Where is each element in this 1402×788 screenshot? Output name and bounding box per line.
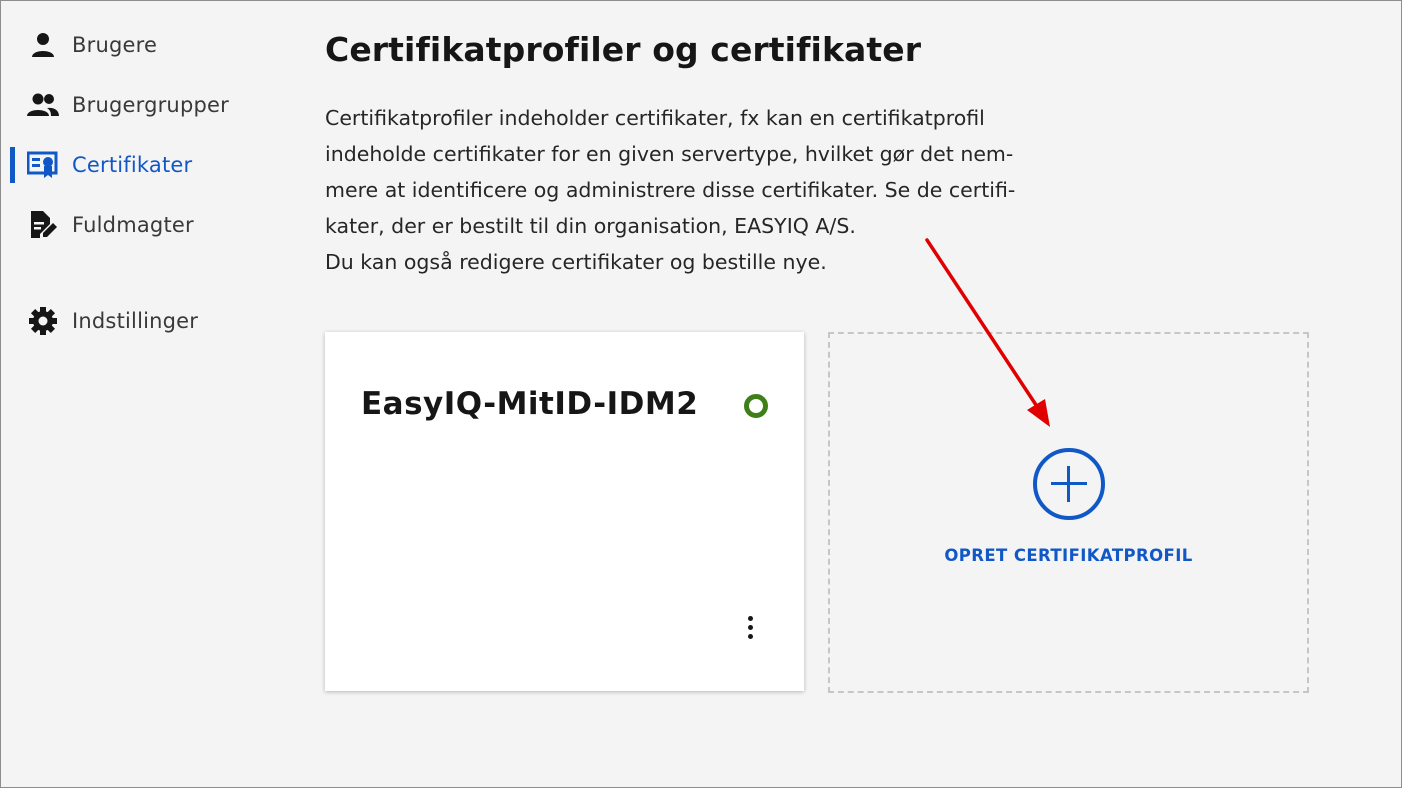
gear-icon [27, 305, 59, 337]
description-line: Certifikatprofiler indeholder certifikat… [325, 106, 985, 130]
description-line: indeholde certifikater for en given serv… [325, 142, 1014, 166]
user-group-icon [27, 89, 59, 121]
sidebar-item-brugergrupper[interactable]: Brugergrupper [10, 85, 280, 125]
sidebar-item-brugere[interactable]: Brugere [10, 25, 280, 65]
profile-name: EasyIQ-MitID-IDM2 [361, 386, 699, 422]
overflow-menu-icon[interactable] [735, 610, 765, 644]
sidebar-item-indstillinger[interactable]: Indstillinger [10, 301, 280, 341]
user-icon [27, 29, 59, 61]
active-indicator [10, 147, 15, 183]
sidebar-item-label: Fuldmagter [72, 213, 194, 237]
create-certificate-profile-tile[interactable]: OPRET CERTIFIKATPROFIL [828, 332, 1309, 693]
status-indicator-icon [744, 394, 768, 418]
description-line: mere at identificere og administrere dis… [325, 178, 1016, 202]
certificate-profile-card[interactable]: EasyIQ-MitID-IDM2 [325, 332, 804, 691]
sidebar-item-label: Brugere [72, 33, 158, 57]
page-description: Certifikatprofiler indeholder certifikat… [325, 100, 1065, 280]
create-certificate-profile-label[interactable]: OPRET CERTIFIKATPROFIL [830, 546, 1307, 565]
page-title: Certifikatprofiler og certifikater [325, 30, 922, 69]
sidebar-item-fuldmagter[interactable]: Fuldmagter [10, 205, 280, 245]
add-circle-icon[interactable] [1033, 448, 1105, 520]
description-line: Du kan også redigere certifikater og bes… [325, 250, 827, 274]
description-line: kater, der er bestilt til din organisati… [325, 214, 856, 238]
document-edit-icon [27, 209, 59, 241]
sidebar-item-label: Brugergrupper [72, 93, 229, 117]
certificate-icon [27, 149, 59, 181]
sidebar-item-label: Certifikater [72, 153, 193, 177]
sidebar-item-label: Indstillinger [72, 309, 199, 333]
sidebar-item-certifikater[interactable]: Certifikater [10, 145, 280, 185]
